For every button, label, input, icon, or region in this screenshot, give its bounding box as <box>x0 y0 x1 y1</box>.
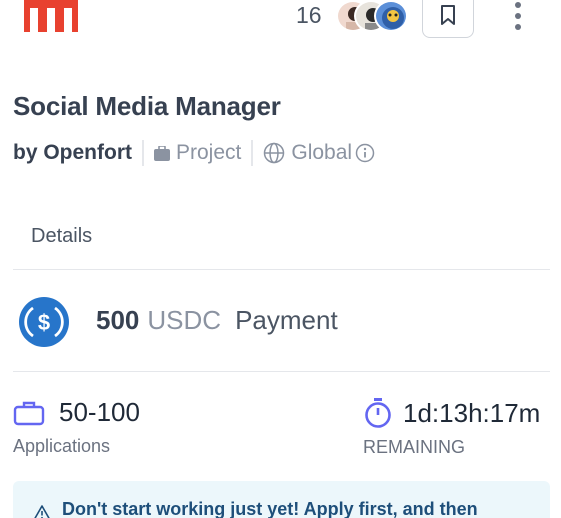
bookmark-button[interactable] <box>422 0 474 38</box>
applications-count: 50-100 <box>59 397 140 427</box>
usdc-icon: $ <box>19 297 69 347</box>
job-region: Global <box>263 141 375 165</box>
top-bar: 16 <box>0 0 561 45</box>
notice-text: Don't start working just yet! Apply firs… <box>62 499 478 518</box>
apply-notice: Don't start working just yet! Apply firs… <box>13 481 550 518</box>
divider <box>251 140 254 166</box>
more-vertical-icon <box>515 2 521 30</box>
brand-logo[interactable] <box>24 0 78 32</box>
warning-icon <box>34 505 50 518</box>
sponsor-link[interactable]: by Openfort <box>13 141 132 165</box>
applications-stat: 50-100 Applications <box>13 397 140 457</box>
remaining-label: REMAINING <box>363 437 466 457</box>
divider <box>142 140 144 166</box>
payment-label: Payment <box>235 305 338 335</box>
job-type-label: Project <box>176 141 242 164</box>
payment-divider <box>13 371 550 372</box>
svg-text:$: $ <box>38 310 50 335</box>
tab-details[interactable]: Details <box>31 225 92 248</box>
applications-label: Applications <box>13 436 111 456</box>
time-remaining: 1d:13h:17m <box>403 397 541 428</box>
avatar <box>374 0 408 32</box>
payment-token: USDC <box>147 305 222 335</box>
more-options-button[interactable] <box>506 0 530 32</box>
remaining-stat: 1d:13h:17m REMAINING <box>363 397 540 458</box>
subscriber-count: 16 <box>296 2 322 28</box>
job-meta: by Openfort Project Global <box>13 139 375 167</box>
subscriber-avatars[interactable] <box>336 0 412 32</box>
globe-icon <box>264 142 285 164</box>
briefcase-icon <box>13 401 45 425</box>
payment-amount: 500 <box>96 305 140 335</box>
job-type: Project <box>154 141 241 165</box>
payment-summary: 500 USDC Payment <box>96 305 338 336</box>
job-region-label: Global <box>291 141 353 164</box>
briefcase-icon <box>154 145 170 161</box>
job-title: Social Media Manager <box>13 91 281 121</box>
tabs-divider <box>13 269 550 270</box>
bookmark-icon <box>441 5 455 25</box>
info-icon[interactable] <box>355 143 375 163</box>
stopwatch-icon <box>365 398 391 428</box>
